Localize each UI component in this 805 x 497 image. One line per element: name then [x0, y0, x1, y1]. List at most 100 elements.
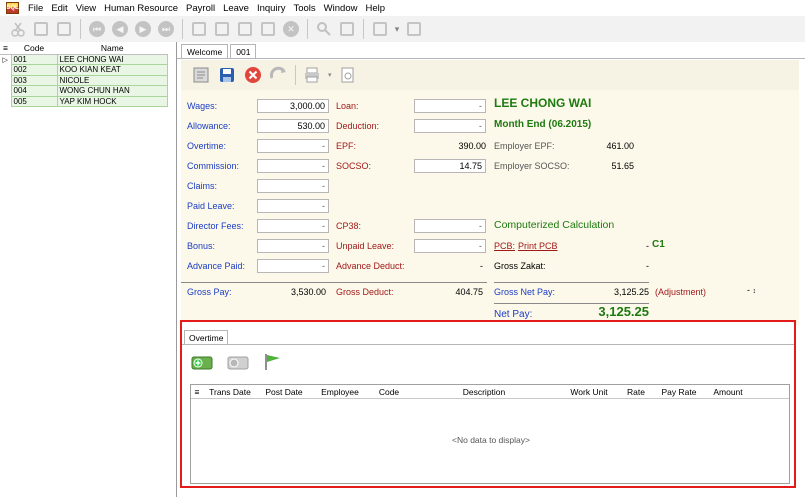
menu-view[interactable]: View — [72, 3, 100, 14]
first-record-icon[interactable]: ⏮ — [87, 19, 107, 39]
wages-field[interactable]: 3,000.00 — [257, 99, 329, 113]
menu-inquiry[interactable]: Inquiry — [253, 3, 290, 14]
bonus-field[interactable]: - — [257, 239, 329, 253]
print-icon[interactable] — [302, 65, 322, 85]
claims-field[interactable]: - — [257, 179, 329, 193]
edit-icon[interactable] — [191, 65, 211, 85]
cp38-label: CP38: — [336, 221, 362, 231]
overtime-field[interactable]: - — [257, 139, 329, 153]
column-header-amount[interactable]: Amount — [705, 387, 751, 397]
unpaid-leave-field[interactable]: - — [414, 239, 486, 253]
menu-leave[interactable]: Leave — [219, 3, 253, 14]
cell-code[interactable]: 003 — [10, 74, 58, 86]
table-row[interactable]: 002 KOO KIAN KEAT — [0, 64, 168, 76]
spinner-arrows-icon[interactable]: ↕ — [753, 288, 757, 295]
next-record-icon[interactable]: ▶ — [133, 19, 153, 39]
table-row[interactable]: ▷ 001 LEE CHONG WAI — [0, 53, 168, 65]
pcb-link[interactable]: PCB: — [494, 241, 515, 251]
column-header-post-date[interactable]: Post Date — [257, 387, 311, 397]
column-header-pay-rate[interactable]: Pay Rate — [653, 387, 705, 397]
adjustment-spinner[interactable]: - ↕ — [726, 285, 756, 299]
cancel-icon[interactable] — [243, 65, 263, 85]
cell-name[interactable]: LEE CHONG WAI — [56, 53, 168, 65]
column-header-trans-date[interactable]: Trans Date — [203, 387, 257, 397]
column-header-work-unit[interactable]: Work Unit — [559, 387, 619, 397]
advance-paid-field[interactable]: - — [257, 259, 329, 273]
new-icon[interactable] — [189, 19, 209, 39]
menu-bar: SQL File Edit View Human Resource Payrol… — [0, 0, 805, 16]
socso-field[interactable]: 14.75 — [414, 159, 486, 173]
tab-employee-001[interactable]: 001 — [230, 44, 257, 59]
cell-name[interactable]: YAP KIM HOCK — [56, 95, 168, 107]
toolbar-separator — [80, 19, 81, 39]
refresh-icon[interactable] — [337, 19, 357, 39]
paste-icon[interactable] — [54, 19, 74, 39]
cell-code[interactable]: 001 — [10, 53, 58, 65]
table-row[interactable]: 004 WONG CHUN HAN — [0, 85, 168, 97]
allowance-field[interactable]: 530.00 — [257, 119, 329, 133]
save-icon[interactable] — [258, 19, 278, 39]
app-logo-icon: SQL — [6, 2, 19, 14]
loan-label[interactable]: Loan: — [336, 101, 359, 111]
previous-record-icon[interactable]: ◀ — [110, 19, 130, 39]
menu-window[interactable]: Window — [320, 3, 362, 14]
adjustment-label: (Adjustment) — [655, 287, 707, 297]
overtime-panel: Overtime ≡ Trans Date Post Date Employee… — [180, 320, 796, 488]
column-header-code[interactable]: Code — [11, 42, 57, 55]
chevron-down-icon[interactable]: ▾ — [328, 71, 332, 79]
print-pcb-link[interactable]: Print PCB — [518, 241, 558, 251]
column-header-rate[interactable]: Rate — [619, 387, 653, 397]
add-overtime-icon[interactable] — [190, 352, 216, 374]
cell-name[interactable]: NICOLE — [56, 74, 168, 86]
menu-help[interactable]: Help — [361, 3, 389, 14]
edit-icon[interactable] — [212, 19, 232, 39]
cell-code[interactable]: 005 — [10, 95, 58, 107]
column-header-description[interactable]: Description — [409, 387, 559, 397]
cp38-field[interactable]: - — [414, 219, 486, 233]
grid-options-icon[interactable]: ≡ — [0, 42, 11, 55]
net-pay-label: Net Pay: — [494, 309, 533, 320]
print-icon[interactable] — [370, 19, 390, 39]
refresh-icon[interactable] — [269, 65, 289, 85]
menu-payroll[interactable]: Payroll — [182, 3, 219, 14]
menu-tools[interactable]: Tools — [289, 3, 319, 14]
cell-code[interactable]: 002 — [10, 64, 58, 76]
cancel-icon[interactable]: ✕ — [281, 19, 301, 39]
gross-net-pay-value: 3,125.25 — [613, 287, 649, 297]
print-preview-icon[interactable] — [404, 19, 424, 39]
chevron-down-icon[interactable]: ▾ — [393, 19, 401, 39]
delete-doc-icon[interactable] — [235, 19, 255, 39]
loan-field[interactable]: - — [414, 99, 486, 113]
cell-code[interactable]: 004 — [10, 85, 58, 97]
column-header-name[interactable]: Name — [57, 42, 168, 55]
gross-deduct-value: 404.75 — [455, 287, 483, 297]
last-record-icon[interactable]: ⏭ — [156, 19, 176, 39]
socso-label: SOCSO: — [336, 161, 372, 171]
tab-overtime[interactable]: Overtime — [184, 330, 229, 345]
column-header-employee[interactable]: Employee — [311, 387, 369, 397]
table-row[interactable]: 005 YAP KIM HOCK — [0, 95, 168, 107]
flag-icon[interactable] — [262, 352, 284, 374]
copy-icon[interactable] — [31, 19, 51, 39]
save-icon[interactable] — [217, 65, 237, 85]
menu-human-resource[interactable]: Human Resource — [100, 3, 182, 14]
column-header-code[interactable]: Code — [369, 387, 409, 397]
find-icon[interactable] — [314, 19, 334, 39]
grid-options-icon[interactable]: ≡ — [191, 387, 203, 397]
print-preview-icon[interactable] — [338, 65, 358, 85]
table-row[interactable]: 003 NICOLE — [0, 74, 168, 86]
commission-field[interactable]: - — [257, 159, 329, 173]
cut-icon[interactable] — [8, 19, 28, 39]
remove-overtime-icon[interactable] — [226, 352, 252, 374]
paid-leave-field[interactable]: - — [257, 199, 329, 213]
cell-name[interactable]: KOO KIAN KEAT — [56, 64, 168, 76]
document-tabs: Welcome 001 — [181, 44, 258, 59]
tab-welcome[interactable]: Welcome — [181, 44, 229, 59]
deduction-field[interactable]: - — [414, 119, 486, 133]
menu-file[interactable]: File — [24, 3, 47, 14]
menu-edit[interactable]: Edit — [47, 3, 71, 14]
payroll-period: Month End (06.2015) — [494, 119, 592, 130]
toolbar-separator — [307, 19, 308, 39]
cell-name[interactable]: WONG CHUN HAN — [56, 85, 168, 97]
director-fees-field[interactable]: - — [257, 219, 329, 233]
